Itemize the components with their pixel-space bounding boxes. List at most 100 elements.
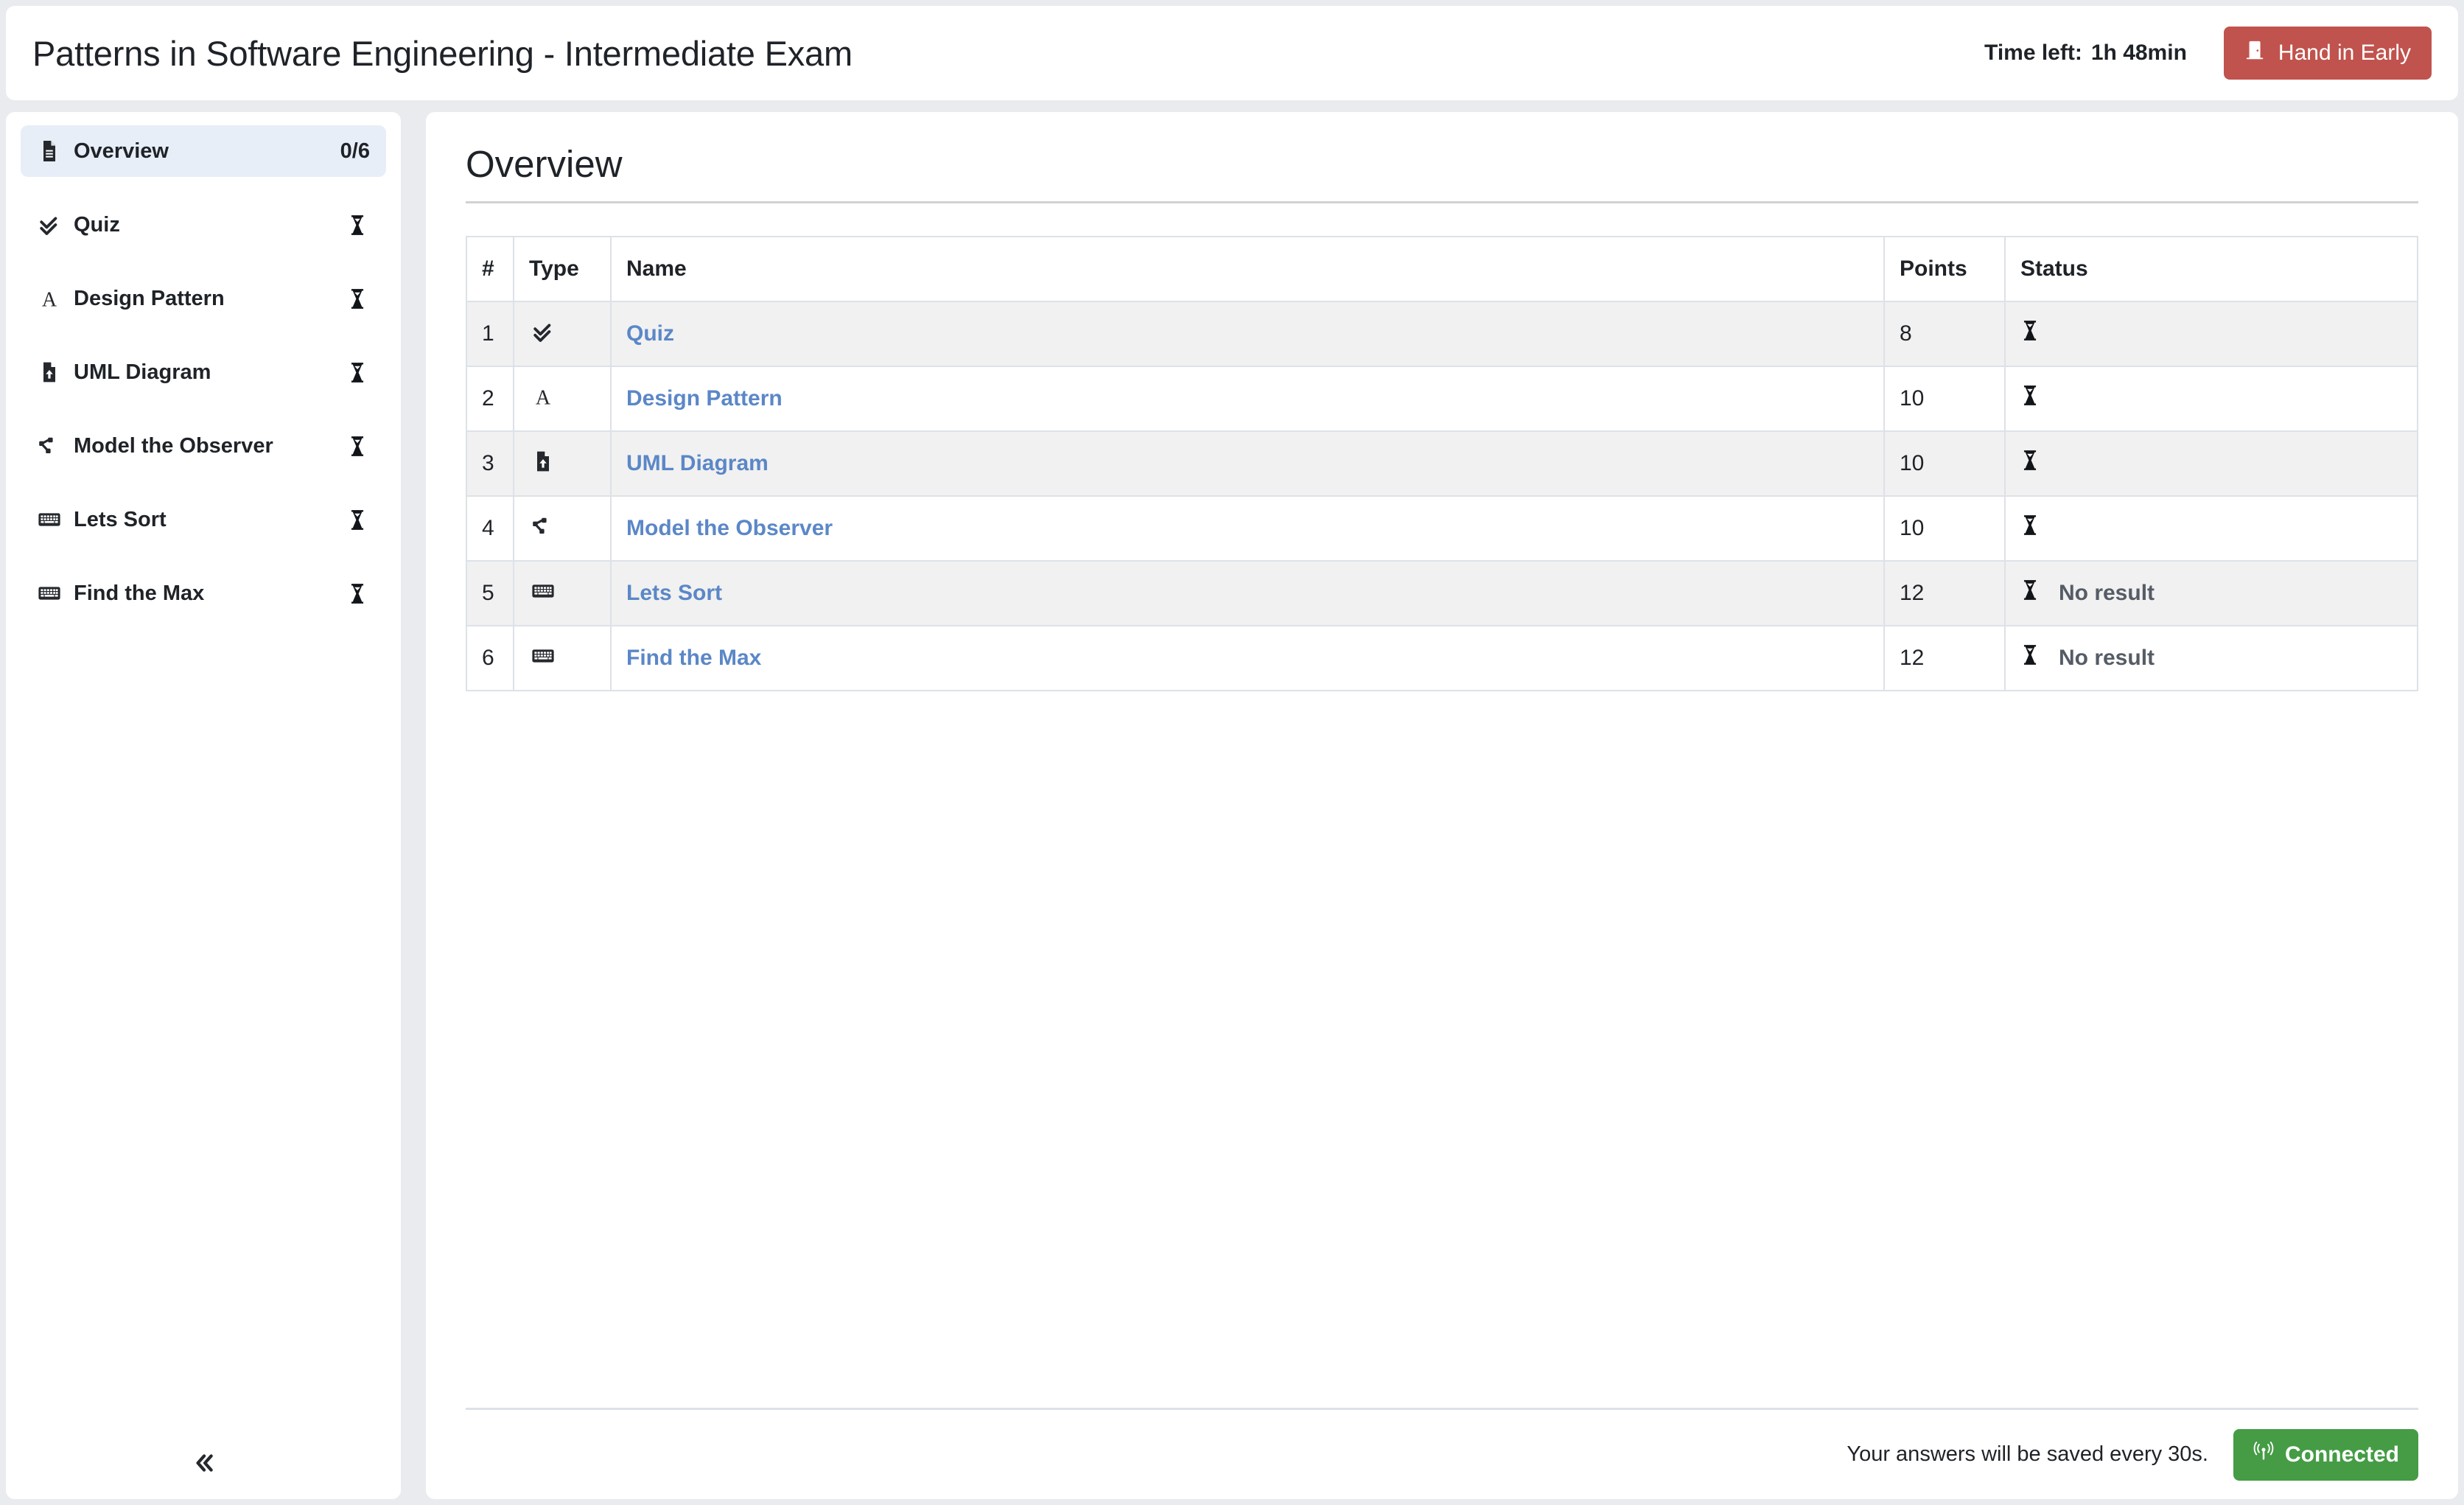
sidebar-item-label: Lets Sort	[74, 507, 167, 531]
hourglass-icon	[345, 284, 370, 312]
hand-in-early-button[interactable]: Hand in Early	[2223, 27, 2432, 80]
table-row: 5 Lets Sort 12 No result	[466, 559, 2418, 626]
task-link[interactable]: UML Diagram	[626, 451, 769, 475]
graph-node-icon	[37, 433, 62, 458]
main-spacer	[455, 691, 2429, 1408]
sidebar-item-content: A Design Pattern	[37, 286, 345, 311]
sidebar-item-content: Model the Observer	[37, 433, 345, 458]
cell-status: No result	[2004, 624, 2418, 691]
title-divider	[466, 200, 2418, 203]
chevrons-left-icon	[191, 1450, 216, 1478]
col-header-points: Points	[1883, 235, 2006, 302]
hourglass-icon	[2020, 385, 2040, 412]
sidebar-nav-list: Overview 0/6 Quiz A Design Pattern UML Diagra…	[21, 125, 386, 1428]
cell-points: 12	[1883, 624, 2006, 691]
file-upload-icon	[529, 447, 557, 475]
cell-number: 3	[466, 430, 514, 497]
hourglass-icon	[345, 506, 370, 534]
file-text-icon	[37, 139, 62, 164]
cell-type	[513, 559, 612, 626]
sidebar-item-find-the-max[interactable]: Find the Max	[21, 568, 386, 619]
sidebar-item-content: Overview	[37, 139, 340, 164]
status-badge	[2020, 514, 2402, 542]
cell-status	[2004, 430, 2418, 497]
status-badge	[2020, 320, 2402, 347]
col-header-type: Type	[513, 235, 612, 302]
cell-points: 8	[1883, 300, 2006, 367]
time-left-label: Time left:	[1984, 41, 2082, 65]
cell-points: 10	[1883, 365, 2006, 432]
file-upload-icon	[37, 360, 62, 385]
hourglass-icon	[345, 432, 370, 460]
col-header-status: Status	[2004, 235, 2418, 302]
overview-table: # Type Name Points Status 1 Quiz 8 2 A Design…	[466, 235, 2418, 691]
time-left: Time left: 1h 48min	[1984, 41, 2187, 66]
status-badge	[2020, 450, 2402, 477]
cell-points: 12	[1883, 559, 2006, 626]
cell-name: Find the Max	[610, 624, 1885, 691]
sidebar-collapse-row	[21, 1428, 386, 1499]
hourglass-icon	[345, 579, 370, 607]
sidebar-item-label: Overview	[74, 139, 169, 163]
sidebar-item-design-pattern[interactable]: A Design Pattern	[21, 273, 386, 324]
letter-a-icon: A	[37, 286, 62, 311]
sidebar-item-label: Design Pattern	[74, 286, 225, 310]
task-link[interactable]: Find the Max	[626, 646, 761, 670]
cell-number: 1	[466, 300, 514, 367]
header-actions: Time left: 1h 48min Hand in Early	[1984, 27, 2432, 80]
hourglass-icon	[2020, 514, 2040, 542]
sidebar-item-progress-badge: 0/6	[340, 139, 370, 163]
task-link[interactable]: Design Pattern	[626, 386, 783, 411]
sidebar-item-label: Quiz	[74, 212, 120, 237]
double-check-icon	[37, 212, 62, 237]
sidebar-item-label: Model the Observer	[74, 433, 273, 458]
sidebar-item-lets-sort[interactable]: Lets Sort	[21, 494, 386, 545]
col-header-name: Name	[610, 235, 1885, 302]
table-row: 6 Find the Max 12 No result	[466, 624, 2418, 691]
table-row: 1 Quiz 8	[466, 300, 2418, 367]
cell-type: A	[513, 365, 612, 432]
table-row: 4 Model the Observer 10	[466, 495, 2418, 562]
status-text: No result	[2059, 580, 2155, 605]
cell-name: Lets Sort	[610, 559, 1885, 626]
keyboard-icon	[37, 581, 62, 606]
sidebar-item-overview[interactable]: Overview 0/6	[21, 125, 386, 177]
hourglass-icon	[2020, 450, 2040, 477]
hourglass-icon	[345, 358, 370, 386]
hourglass-icon	[2020, 644, 2040, 671]
cell-type	[513, 430, 612, 497]
hourglass-icon	[2020, 320, 2040, 347]
hourglass-icon	[345, 211, 370, 239]
task-link[interactable]: Model the Observer	[626, 516, 833, 540]
main-footer: Your answers will be saved every 30s. Co…	[466, 1408, 2418, 1499]
task-link[interactable]: Lets Sort	[626, 581, 722, 605]
hand-in-early-label: Hand in Early	[2278, 41, 2411, 65]
svg-text:A: A	[536, 387, 551, 408]
letter-a-icon: A	[529, 383, 557, 411]
main-heading: Overview	[466, 143, 623, 185]
status-badge: No result	[2020, 644, 2402, 671]
connection-status-badge[interactable]: Connected	[2233, 1428, 2418, 1481]
sidebar-item-content: UML Diagram	[37, 360, 345, 385]
cell-name: Quiz	[610, 300, 1885, 367]
double-check-icon	[529, 318, 557, 346]
table-row: 2 A Design Pattern 10	[466, 365, 2418, 432]
cell-number: 6	[466, 624, 514, 691]
cell-points: 10	[1883, 495, 2006, 562]
cell-name: UML Diagram	[610, 430, 1885, 497]
cell-status	[2004, 300, 2418, 367]
keyboard-icon	[37, 507, 62, 532]
col-header-number: #	[466, 235, 514, 302]
overview-table-body: 1 Quiz 8 2 A Design Pattern 10 3 UML Diagram 10 4 M…	[466, 300, 2418, 691]
sidebar-item-uml-diagram[interactable]: UML Diagram	[21, 346, 386, 398]
sidebar-collapse-button[interactable]	[179, 1443, 228, 1485]
sidebar-item-content: Lets Sort	[37, 507, 345, 532]
sidebar-item-model-the-observer[interactable]: Model the Observer	[21, 420, 386, 472]
broadcast-icon	[2253, 1441, 2275, 1469]
task-link[interactable]: Quiz	[626, 321, 674, 346]
table-header-row: # Type Name Points Status	[466, 235, 2418, 302]
sidebar-item-quiz[interactable]: Quiz	[21, 199, 386, 251]
svg-text:A: A	[42, 289, 57, 310]
keyboard-icon	[529, 577, 557, 605]
sidebar-item-content: Quiz	[37, 212, 345, 237]
